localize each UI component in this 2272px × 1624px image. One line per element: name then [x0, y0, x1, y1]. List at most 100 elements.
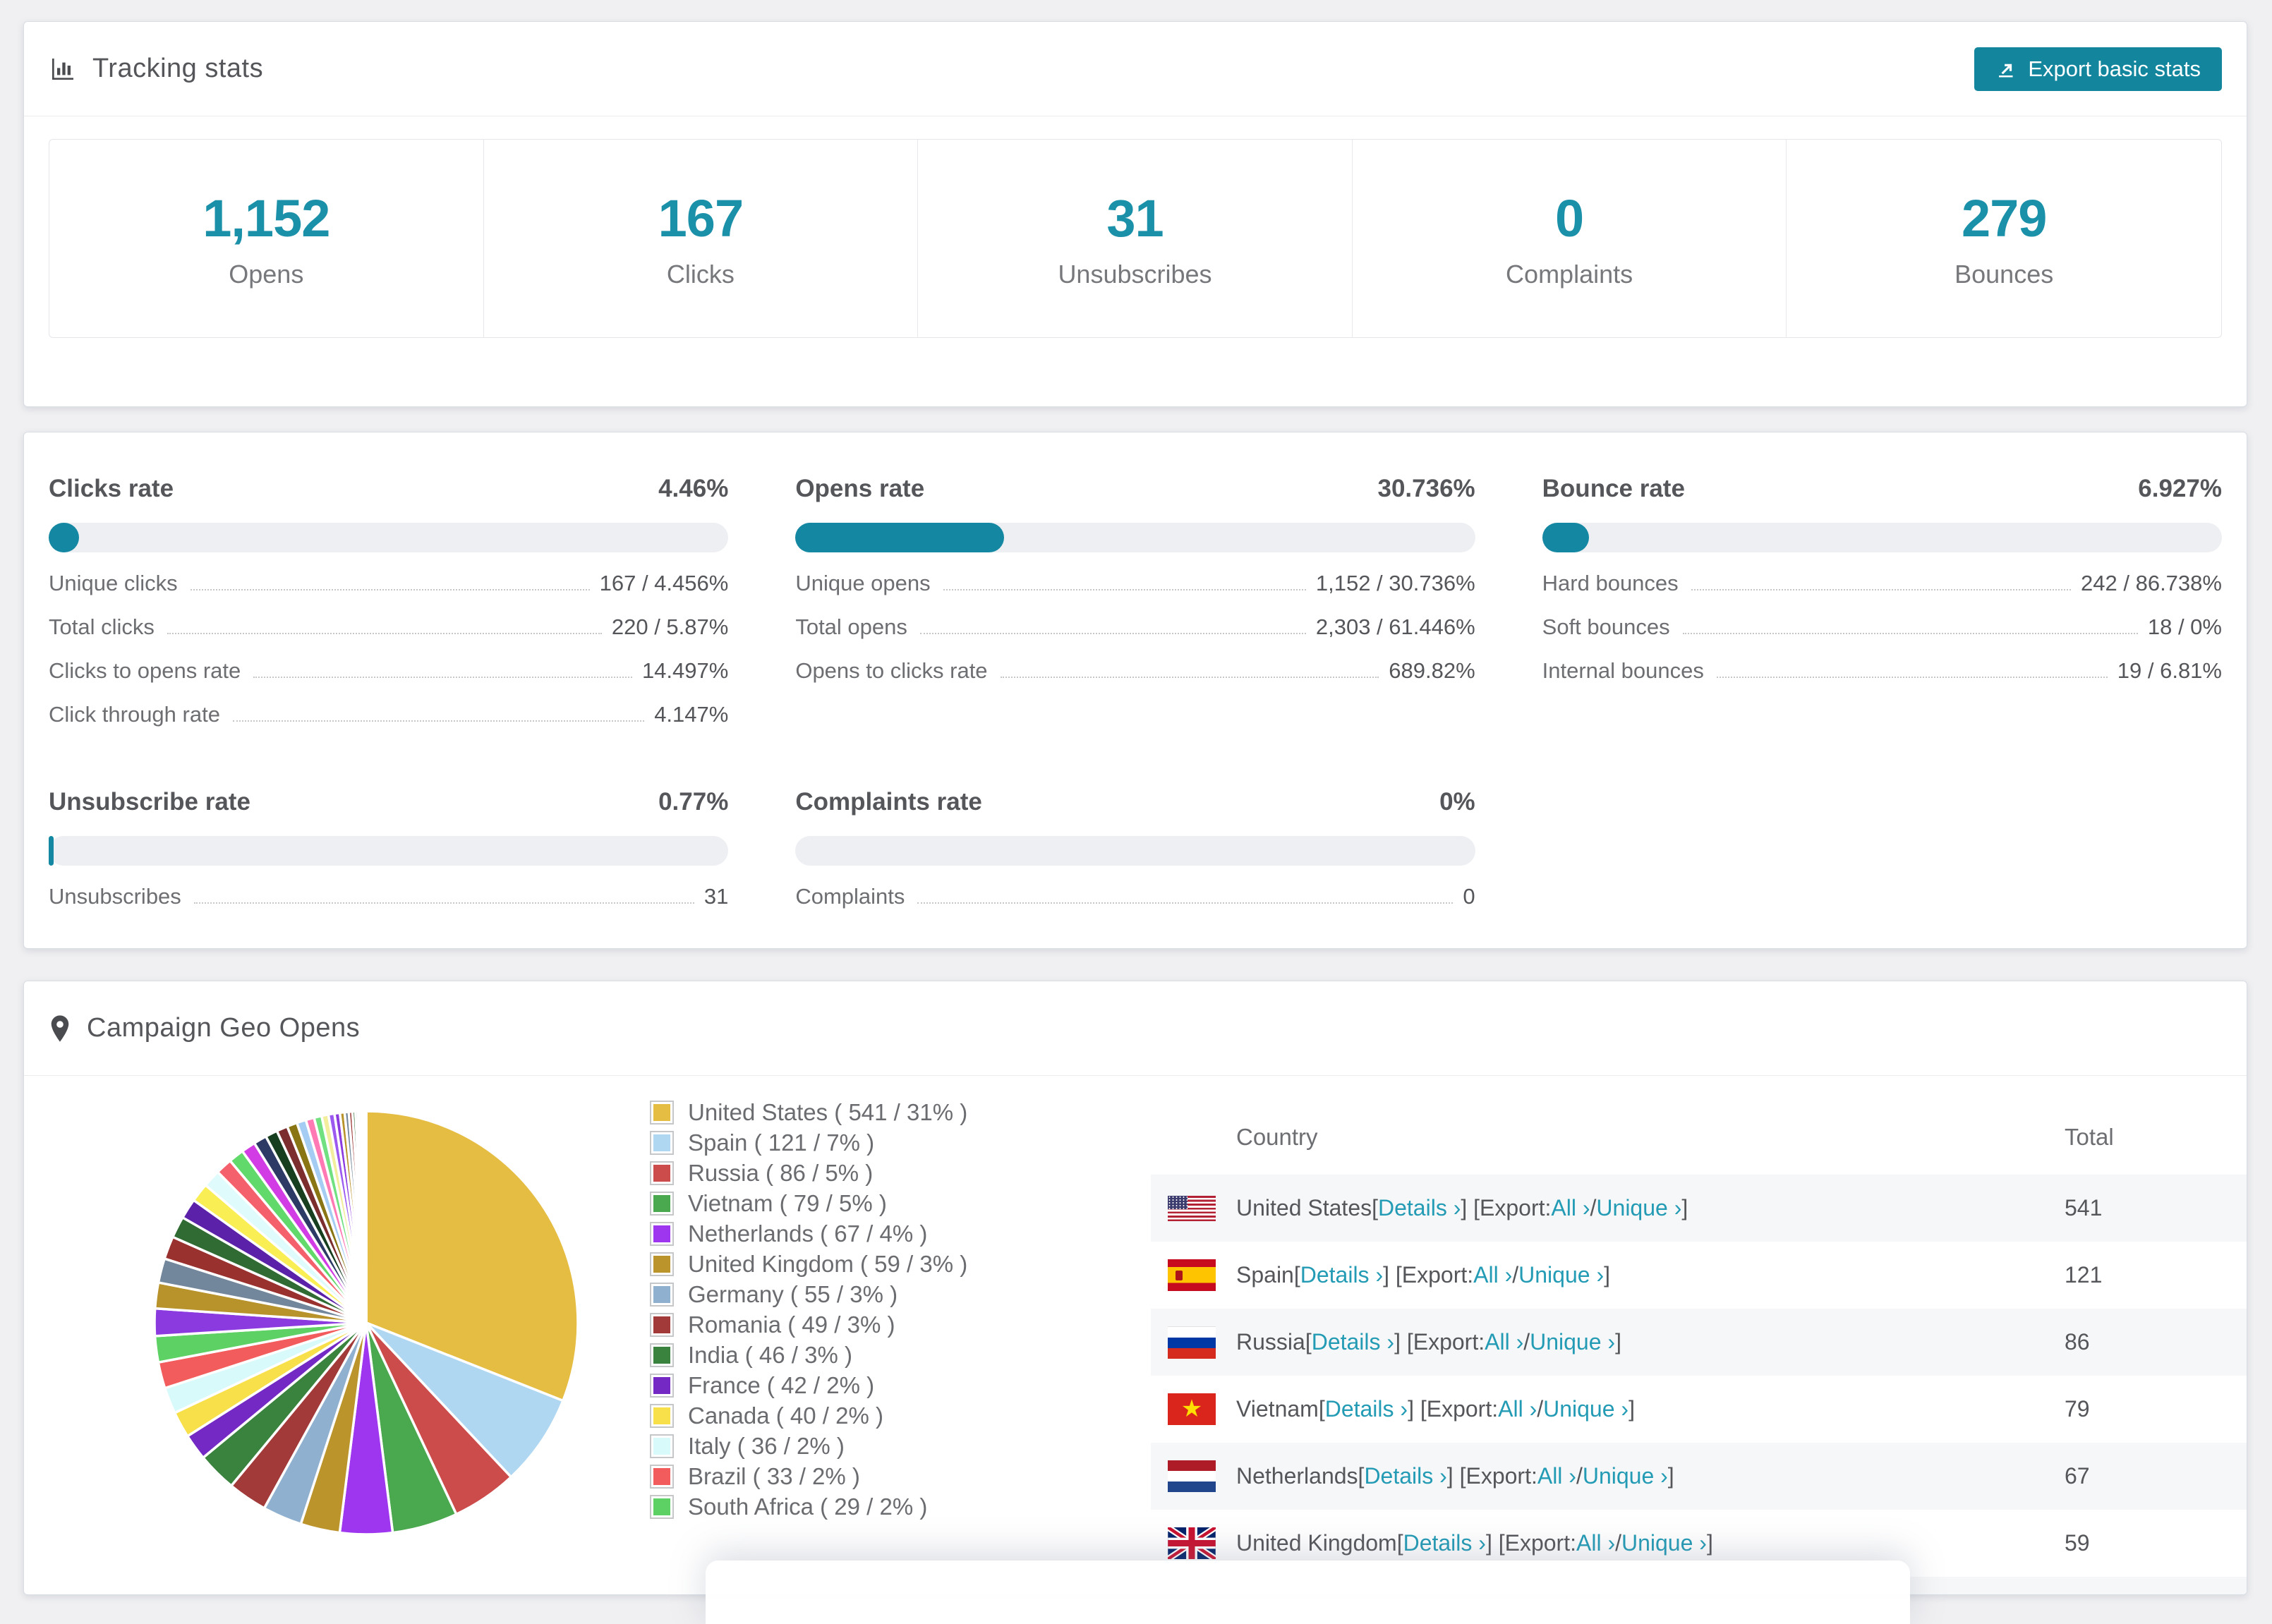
stat-cell-opens: 1,152Opens: [49, 140, 484, 337]
flag-cell: [1168, 1242, 1217, 1309]
legend-item-romania[interactable]: Romania ( 49 / 3% ): [650, 1309, 967, 1340]
legend-swatch: [650, 1161, 674, 1185]
export-unique-link[interactable]: Unique ›: [1543, 1396, 1629, 1422]
geo-card: Campaign Geo Opens United States ( 541 /…: [23, 981, 2247, 1595]
legend-item-germany[interactable]: Germany ( 55 / 3% ): [650, 1279, 967, 1309]
export-all-link[interactable]: All ›: [1537, 1463, 1576, 1489]
legend-item-netherlands[interactable]: Netherlands ( 67 / 4% ): [650, 1218, 967, 1249]
legend-label: Canada ( 40 / 2% ): [688, 1402, 883, 1429]
rate-rows: Hard bounces242 / 86.738%Soft bounces18 …: [1542, 571, 2222, 684]
export-unique-link[interactable]: Unique ›: [1583, 1463, 1668, 1489]
rate-row-value: 1,152 / 30.736%: [1316, 571, 1475, 596]
dotted-leader: [920, 633, 1306, 634]
rate-row-label: Unsubscribes: [49, 884, 181, 909]
export-unique-link[interactable]: Unique ›: [1518, 1262, 1604, 1288]
details-link[interactable]: Details ›: [1378, 1195, 1461, 1221]
legend-label: Vietnam ( 79 / 5% ): [688, 1190, 887, 1217]
dotted-leader: [167, 633, 602, 634]
rate-block-clicks: Clicks rate4.46%Unique clicks167 / 4.456…: [49, 448, 728, 727]
details-link[interactable]: Details ›: [1364, 1463, 1446, 1489]
export-prefix: Export:: [1505, 1530, 1576, 1556]
legend-item-vietnam[interactable]: Vietnam ( 79 / 5% ): [650, 1188, 967, 1218]
rate-row: Total clicks220 / 5.87%: [49, 614, 728, 640]
slash-separator: /: [1537, 1396, 1543, 1422]
legend-swatch: [650, 1434, 674, 1458]
legend-label: United States ( 541 / 31% ): [688, 1099, 967, 1126]
legend-label: Romania ( 49 / 3% ): [688, 1311, 895, 1338]
geo-table: Country Total United States [Details ›] …: [1151, 1076, 2247, 1595]
details-link[interactable]: Details ›: [1325, 1396, 1408, 1422]
table-row-nl: Netherlands [Details ›] [Export: All › /…: [1151, 1443, 2247, 1510]
bracket: [: [1358, 1463, 1365, 1489]
export-all-link[interactable]: All ›: [1473, 1262, 1512, 1288]
rate-row: Total opens2,303 / 61.446%: [795, 614, 1475, 640]
rate-progress-bar: [795, 523, 1475, 552]
legend-label: United Kingdom ( 59 / 3% ): [688, 1251, 967, 1278]
bracket: ]: [1629, 1396, 1635, 1422]
rate-value: 6.927%: [2138, 475, 2222, 503]
rate-row-value: 167 / 4.456%: [600, 571, 729, 596]
legend-swatch: [650, 1252, 674, 1276]
tracking-stats-header: Tracking stats Export basic stats: [24, 22, 2247, 116]
rate-progress-fill: [795, 523, 1004, 552]
export-all-link[interactable]: All ›: [1498, 1396, 1537, 1422]
details-link[interactable]: Details ›: [1300, 1262, 1383, 1288]
flag-cell: [1168, 1175, 1217, 1242]
geo-title: Campaign Geo Opens: [87, 1013, 360, 1043]
export-all-link[interactable]: All ›: [1551, 1195, 1590, 1221]
bracket: [: [1397, 1530, 1403, 1556]
total-cell: 67: [2065, 1443, 2090, 1510]
legend-item-united-kingdom[interactable]: United Kingdom ( 59 / 3% ): [650, 1249, 967, 1279]
stat-cell-clicks: 167Clicks: [484, 140, 919, 337]
details-link[interactable]: Details ›: [1312, 1329, 1394, 1355]
export-all-link[interactable]: All ›: [1485, 1329, 1523, 1355]
rate-row: Hard bounces242 / 86.738%: [1542, 571, 2222, 596]
legend-swatch: [650, 1222, 674, 1246]
legend-item-south-africa[interactable]: South Africa ( 29 / 2% ): [650, 1491, 967, 1522]
export-basic-stats-button[interactable]: Export basic stats: [1974, 47, 2222, 91]
country-cell: Vietnam [Details ›] [Export: All › / Uni…: [1236, 1376, 1635, 1443]
legend-item-italy[interactable]: Italy ( 36 / 2% ): [650, 1431, 967, 1461]
rate-row-value: 242 / 86.738%: [2081, 571, 2222, 596]
rate-rows: Unique opens1,152 / 30.736%Total opens2,…: [795, 571, 1475, 684]
country-name: United States: [1236, 1195, 1372, 1221]
rate-progress-fill: [49, 523, 79, 552]
export-all-link[interactable]: All ›: [1576, 1530, 1615, 1556]
vn-star: ★: [1181, 1393, 1202, 1425]
rate-row-value: 220 / 5.87%: [612, 614, 728, 640]
legend-label: Brazil ( 33 / 2% ): [688, 1463, 860, 1490]
rate-rows: Complaints0: [795, 884, 1475, 909]
legend-swatch-color: [653, 1377, 670, 1394]
rate-progress-bar: [49, 523, 728, 552]
legend-item-russia[interactable]: Russia ( 86 / 5% ): [650, 1158, 967, 1188]
export-unique-link[interactable]: Unique ›: [1596, 1195, 1681, 1221]
flag-gb: [1168, 1527, 1216, 1559]
legend-item-india[interactable]: India ( 46 / 3% ): [650, 1340, 967, 1370]
bracket: ] [: [1383, 1262, 1402, 1288]
legend-item-united-states[interactable]: United States ( 541 / 31% ): [650, 1097, 967, 1127]
tracking-stats-card: Tracking stats Export basic stats 1,152O…: [23, 21, 2247, 407]
rate-title: Complaints rate: [795, 788, 982, 816]
legend-swatch-color: [653, 1134, 670, 1151]
rate-title: Opens rate: [795, 475, 924, 503]
legend-swatch: [650, 1131, 674, 1155]
legend-swatch-color: [653, 1347, 670, 1364]
country-cell: United States [Details ›] [Export: All ›…: [1236, 1175, 1688, 1242]
dotted-leader: [1717, 677, 2108, 678]
country-name: Netherlands: [1236, 1463, 1358, 1489]
geo-body: United States ( 541 / 31% )Spain ( 121 /…: [24, 1076, 2247, 1595]
stat-cell-complaints: 0Complaints: [1353, 140, 1787, 337]
export-unique-link[interactable]: Unique ›: [1621, 1530, 1707, 1556]
export-unique-link[interactable]: Unique ›: [1530, 1329, 1615, 1355]
legend-swatch: [650, 1192, 674, 1216]
country-cell: Russia [Details ›] [Export: All › / Uniq…: [1236, 1309, 1621, 1376]
total-cell: 86: [2065, 1309, 2090, 1376]
rate-value: 30.736%: [1377, 475, 1475, 503]
export-icon: [1995, 59, 2017, 80]
rate-row-label: Click through rate: [49, 702, 220, 727]
legend-item-france[interactable]: France ( 42 / 2% ): [650, 1370, 967, 1400]
legend-item-spain[interactable]: Spain ( 121 / 7% ): [650, 1127, 967, 1158]
legend-item-brazil[interactable]: Brazil ( 33 / 2% ): [650, 1461, 967, 1491]
details-link[interactable]: Details ›: [1403, 1530, 1486, 1556]
legend-item-canada[interactable]: Canada ( 40 / 2% ): [650, 1400, 967, 1431]
